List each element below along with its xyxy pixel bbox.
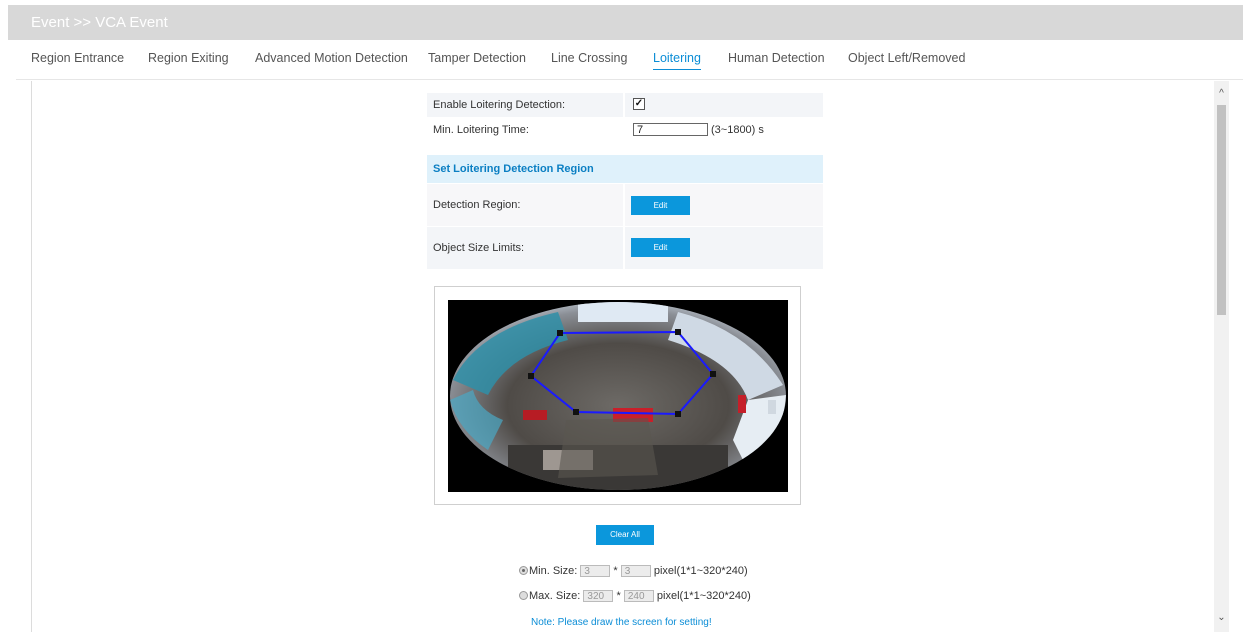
max-size-label: Max. Size: bbox=[529, 590, 581, 602]
region-vertex bbox=[528, 373, 534, 379]
min-size-height-input[interactable]: 3 bbox=[620, 565, 651, 578]
video-preview-frame bbox=[434, 286, 801, 505]
chevron-up-icon[interactable]: ^ bbox=[1214, 85, 1229, 103]
tab-object-left-removed[interactable]: Object Left/Removed bbox=[848, 51, 965, 65]
tab-tamper-detection[interactable]: Tamper Detection bbox=[428, 51, 526, 65]
max-size-height-input[interactable]: 240 bbox=[623, 590, 654, 603]
tab-loitering[interactable]: Loitering bbox=[653, 51, 701, 70]
min-time-range: (3~1800) s bbox=[711, 124, 764, 136]
detection-region-label: Detection Region: bbox=[433, 199, 521, 211]
tab-line-crossing[interactable]: Line Crossing bbox=[551, 51, 627, 65]
section-title: Set Loitering Detection Region bbox=[427, 155, 823, 183]
tab-advanced-motion-detection[interactable]: Advanced Motion Detection bbox=[255, 51, 408, 65]
region-vertex bbox=[573, 409, 579, 415]
min-loitering-time-input[interactable] bbox=[633, 123, 708, 136]
object-size-edit-button[interactable]: Edit bbox=[631, 238, 690, 257]
min-size-range: pixel(1*1~320*240) bbox=[653, 565, 748, 577]
enable-row: Enable Loitering Detection: ✓ bbox=[427, 93, 823, 117]
tab-region-entrance[interactable]: Region Entrance bbox=[31, 51, 124, 65]
max-size-radio[interactable] bbox=[519, 590, 528, 600]
fisheye-image[interactable] bbox=[448, 300, 788, 492]
min-time-row: Min. Loitering Time: (3~1800) s bbox=[427, 118, 823, 142]
enable-loitering-label: Enable Loitering Detection: bbox=[433, 99, 566, 111]
min-size-row: Min. Size: 3 * 3 pixel(1*1~320*240) bbox=[519, 565, 748, 578]
size-separator: * bbox=[613, 565, 618, 577]
region-vertex bbox=[557, 330, 563, 336]
breadcrumb: Event >> VCA Event bbox=[31, 14, 168, 31]
clear-all-button[interactable]: Clear All bbox=[596, 525, 654, 545]
event-tabs: Region Entrance Region Exiting Advanced … bbox=[16, 44, 1243, 80]
max-size-range: pixel(1*1~320*240) bbox=[656, 590, 751, 602]
enable-loitering-checkbox[interactable]: ✓ bbox=[633, 98, 645, 110]
region-vertex bbox=[710, 371, 716, 377]
max-size-row: Max. Size: 320 * 240 pixel(1*1~320*240) bbox=[519, 590, 751, 603]
object-size-row: Object Size Limits: Edit bbox=[427, 227, 823, 269]
tab-region-exiting[interactable]: Region Exiting bbox=[148, 51, 229, 65]
min-size-radio[interactable] bbox=[519, 565, 528, 575]
detection-region-edit-button[interactable]: Edit bbox=[631, 196, 690, 215]
vertical-scrollbar[interactable]: ^ ⌄ bbox=[1214, 81, 1229, 632]
drawing-note: Note: Please draw the screen for setting… bbox=[531, 617, 712, 628]
max-size-width-input[interactable]: 320 bbox=[583, 590, 614, 603]
region-vertex bbox=[675, 411, 681, 417]
chevron-down-icon[interactable]: ⌄ bbox=[1214, 609, 1229, 627]
page-header: Event >> VCA Event bbox=[8, 5, 1243, 40]
object-size-limits-label: Object Size Limits: bbox=[433, 242, 525, 254]
min-size-width-input[interactable]: 3 bbox=[580, 565, 611, 578]
tab-human-detection[interactable]: Human Detection bbox=[728, 51, 825, 65]
region-vertex bbox=[675, 329, 681, 335]
detection-region-row: Detection Region: Edit bbox=[427, 184, 823, 226]
scrollbar-thumb[interactable] bbox=[1217, 105, 1226, 315]
min-loitering-time-label: Min. Loitering Time: bbox=[433, 124, 529, 136]
camera-live-view[interactable] bbox=[448, 300, 788, 492]
size-separator: * bbox=[616, 590, 621, 602]
min-size-label: Min. Size: bbox=[529, 565, 578, 577]
